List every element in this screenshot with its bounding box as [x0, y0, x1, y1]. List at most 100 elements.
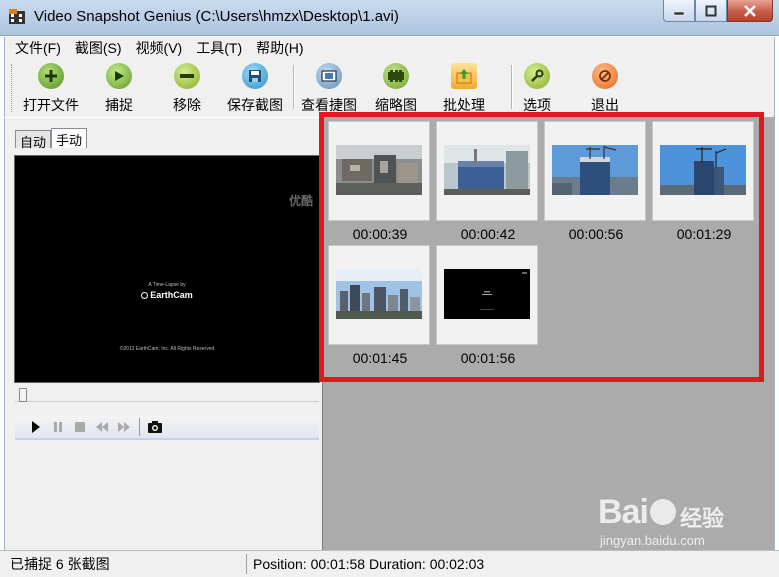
video-preview[interactable]: 优酷 A Time-Lapse by EarthCam ©2012 EarthC…: [14, 155, 320, 383]
toolbar-separator: [293, 65, 295, 109]
menu-help[interactable]: 帮助(H): [256, 38, 303, 58]
options-button[interactable]: 选项: [523, 63, 551, 115]
close-button[interactable]: [727, 0, 773, 22]
tab-auto[interactable]: 自动: [15, 130, 52, 150]
play-button[interactable]: [25, 418, 47, 436]
options-label: 选项: [523, 97, 551, 113]
video-pane: 自动 手动 优酷 A Time-Lapse by EarthCam ©2012 …: [4, 118, 322, 550]
snapshot-time: 00:00:42: [460, 226, 516, 242]
snapshot-time: 00:01:56: [460, 350, 516, 366]
snapshot-thumbnail[interactable]: 00:01:56: [436, 245, 538, 366]
batch-label: 批处理: [443, 97, 485, 113]
snapshot-thumbnail[interactable]: 00:01:29: [652, 121, 754, 242]
menu-video[interactable]: 视频(V): [136, 38, 183, 58]
exit-button[interactable]: 退出: [591, 63, 619, 115]
mode-tabs: 自动 手动: [15, 128, 88, 150]
open-file-button[interactable]: 打开文件: [23, 63, 79, 115]
duration-label: Duration:: [368, 556, 426, 572]
baidu-watermark: Bai: [598, 493, 676, 532]
seek-thumb[interactable]: [19, 388, 27, 402]
snapshot-image: [444, 269, 530, 319]
minimize-button[interactable]: [663, 0, 695, 22]
snapshot-time: 00:01:29: [676, 226, 732, 242]
snapshot-time: 00:00:56: [568, 226, 624, 242]
play-icon: [32, 421, 40, 433]
batch-button[interactable]: 批处理: [443, 63, 485, 115]
save-icon: [242, 63, 268, 89]
video-intro-text: A Time-Lapse by: [148, 282, 186, 288]
menu-bar: 文件(F) 截图(S) 视频(V) 工具(T) 帮助(H): [4, 37, 775, 59]
fast-forward-button[interactable]: [113, 418, 135, 436]
snapshot-gallery: 00:00:39 00:00:42 00:00:56 00:01:29 00:0…: [322, 117, 775, 550]
toolbar-grip: [11, 64, 15, 112]
snapshot-time: 00:00:39: [352, 226, 408, 242]
maximize-button[interactable]: [695, 0, 727, 22]
seek-bar[interactable]: [15, 388, 319, 410]
capture-button[interactable]: 捕捉: [105, 63, 133, 115]
toolbar-separator: [511, 65, 513, 109]
add-icon: [38, 63, 64, 89]
menu-tools[interactable]: 工具(T): [196, 38, 242, 58]
status-bar: 已捕捉 6 张截图 Position: 00:01:58 Duration: 0…: [0, 550, 779, 577]
toolbar: 打开文件 捕捉 移除 保存截图 查看捷图 缩略图 批处理 选项 退出: [4, 59, 775, 117]
snapshot-thumbnail[interactable]: 00:00:56: [544, 121, 646, 242]
seek-track: [15, 392, 319, 402]
snapshot-thumbnail[interactable]: 00:00:42: [436, 121, 538, 242]
status-position: Position: 00:01:58 Duration: 00:02:03: [247, 554, 607, 574]
menu-capture[interactable]: 截图(S): [75, 38, 122, 58]
pause-button[interactable]: [47, 418, 69, 436]
minimize-icon: [673, 11, 685, 15]
snapshot-button[interactable]: [144, 418, 166, 436]
snapshot-image: [336, 269, 422, 319]
rewind-button[interactable]: [91, 418, 113, 436]
snapshot-thumbnail[interactable]: 00:01:45: [328, 245, 430, 366]
exit-label: 退出: [591, 97, 619, 113]
film-frame-icon: [316, 63, 342, 89]
thumbnail-button[interactable]: 缩略图: [375, 63, 417, 115]
view-snapshot-button[interactable]: 查看捷图: [301, 63, 357, 115]
wrench-icon: [524, 63, 550, 89]
film-strip-icon: [383, 63, 409, 89]
snapshot-time: 00:01:45: [352, 350, 408, 366]
stop-button[interactable]: [69, 418, 91, 436]
pause-icon: [54, 422, 62, 432]
exit-icon: [592, 63, 618, 89]
position-label: Position:: [253, 556, 307, 572]
camera-icon: [148, 421, 162, 433]
play-icon: [106, 63, 132, 89]
snapshot-thumbnail[interactable]: 00:00:39: [328, 121, 430, 242]
thumbnail-label: 缩略图: [375, 97, 417, 113]
baidu-watermark-url: jingyan.baidu.com: [600, 533, 705, 548]
playback-controls: [15, 416, 319, 440]
rewind-icon: [96, 422, 108, 432]
stop-icon: [75, 422, 85, 432]
save-snapshot-button[interactable]: 保存截图: [227, 63, 283, 115]
baidu-brand: Bai: [598, 493, 649, 531]
fast-forward-icon: [118, 422, 130, 432]
remove-button[interactable]: 移除: [173, 63, 201, 115]
remove-label: 移除: [173, 97, 201, 113]
window-title: Video Snapshot Genius (C:\Users\hmzx\Des…: [34, 8, 399, 25]
minus-icon: [174, 63, 200, 89]
menu-file[interactable]: 文件(F): [15, 38, 61, 58]
position-value: 00:01:58: [310, 556, 366, 572]
video-logo-text: EarthCam: [150, 290, 193, 300]
baidu-watermark-suffix: 经验: [680, 506, 725, 531]
capture-label: 捕捉: [105, 97, 133, 113]
video-copyright: ©2012 EarthCam, Inc. All Rights Reserved: [119, 346, 215, 352]
title-bar: Video Snapshot Genius (C:\Users\hmzx\Des…: [0, 0, 779, 36]
close-icon: [744, 4, 756, 17]
view-snapshot-label: 查看捷图: [301, 97, 357, 113]
save-snapshot-label: 保存截图: [227, 97, 283, 113]
status-captured: 已捕捉 6 张截图: [10, 556, 110, 572]
snapshot-image: [336, 145, 422, 195]
batch-upload-icon: [451, 63, 477, 89]
snapshot-image: [660, 145, 746, 195]
paw-icon: [649, 499, 676, 525]
earthcam-globe-icon: [141, 292, 149, 300]
duration-value: 00:02:03: [429, 556, 485, 572]
video-watermark: 优酷: [288, 194, 313, 208]
tab-manual[interactable]: 手动: [51, 128, 88, 148]
controls-separator: [139, 418, 140, 436]
snapshot-image: [444, 145, 530, 195]
